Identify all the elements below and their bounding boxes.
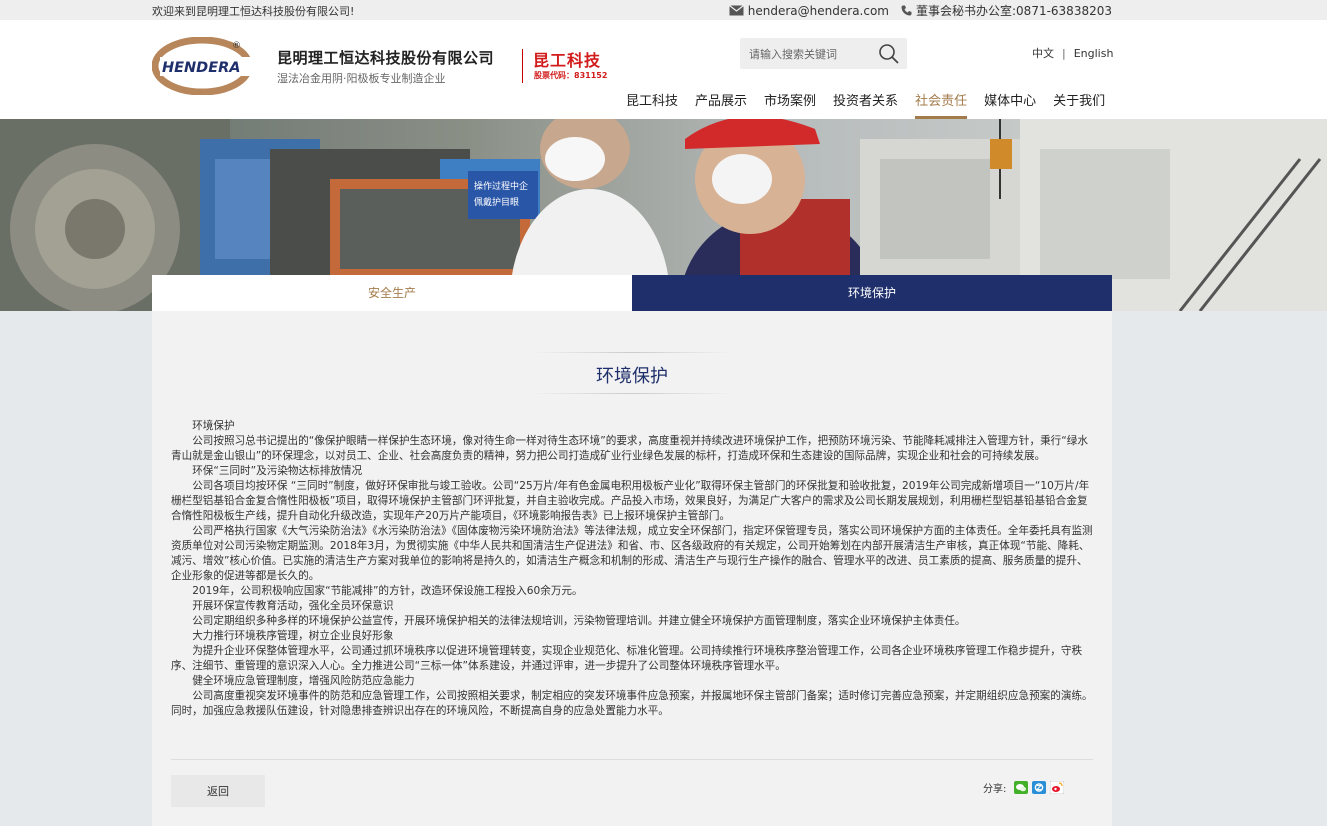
- phone-icon: [901, 5, 912, 16]
- phone-text: 董事会秘书办公室:0871-63838203: [916, 4, 1112, 18]
- search-input[interactable]: [749, 45, 869, 63]
- nav-item-about[interactable]: 关于我们: [1053, 90, 1105, 119]
- company-name: 昆明理工恒达科技股份有限公司: [277, 49, 495, 67]
- nav-item-kungong[interactable]: 昆工科技: [626, 90, 678, 119]
- article-paragraph: 公司严格执行国家《大气污染防治法》《水污染防治法》《固体废物污染环境防治法》等法…: [171, 525, 1093, 582]
- welcome-text: 欢迎来到昆明理工恒达科技股份有限公司!: [152, 5, 355, 18]
- tab-environmental-protection[interactable]: 环境保护: [632, 275, 1112, 311]
- article-paragraph: 健全环境应急管理制度，增强风险防范应急能力: [192, 675, 415, 687]
- share-bar: 分享:: [983, 780, 1065, 795]
- article-paragraph: 开展环保宣传教育活动，强化全员环保意识: [192, 600, 394, 612]
- nav-item-products[interactable]: 产品展示: [695, 90, 747, 119]
- share-icons: [1010, 781, 1065, 794]
- company-logo[interactable]: HENDERA ®: [151, 36, 270, 96]
- search-box: [740, 38, 907, 69]
- nav-item-social-responsibility[interactable]: 社会责任: [915, 90, 968, 119]
- brand-short-name: 昆工科技: [533, 51, 602, 70]
- title-divider-top: [532, 352, 732, 353]
- footer-divider: [171, 759, 1093, 760]
- lang-zh-link[interactable]: 中文: [1032, 45, 1054, 61]
- tab-safety-production[interactable]: 安全生产: [152, 275, 632, 311]
- banner-sign-line2: 佩戴护目眼: [474, 196, 519, 208]
- nav-item-investors[interactable]: 投资者关系: [833, 90, 898, 119]
- site-header: HENDERA ® 昆明理工恒达科技股份有限公司 湿法冶金用阴·阳极板专业制造企…: [0, 20, 1327, 119]
- article-paragraph: 为提升企业环保整体管理水平，公司通过抓环境秩序以促进环境管理转变，实现企业规范化…: [171, 645, 1083, 672]
- article-paragraph: 公司各项目均按环保 “三同时”制度，做好环保审批与竣工验收。公司“25万片/年有…: [171, 480, 1090, 522]
- top-bar: 欢迎来到昆明理工恒达科技股份有限公司! hendera@hendera.com …: [0, 0, 1327, 20]
- email-link[interactable]: hendera@hendera.com: [748, 4, 889, 18]
- banner-sign-line1: 操作过程中企: [474, 180, 528, 192]
- nav-item-media[interactable]: 媒体中心: [984, 90, 1036, 119]
- search-icon[interactable]: [878, 43, 900, 69]
- contact-info: hendera@hendera.com 董事会秘书办公室:0871-638382…: [728, 2, 1112, 19]
- brand-divider: [522, 49, 523, 83]
- language-switcher: 中文 | English: [1032, 45, 1113, 61]
- lang-separator: |: [1062, 46, 1066, 60]
- article-paragraph: 环保“三同时”及污染物达标排放情况: [192, 465, 363, 477]
- article-paragraph: 公司定期组织多种多样的环境保护公益宣传，开展环境保护相关的法律法规培训，污染物管…: [192, 615, 966, 627]
- phone-info: 董事会秘书办公室:0871-63838203: [901, 2, 1112, 19]
- article-body: 环境保护 公司按照习总书记提出的“像保护眼睛一样保护生态环境，像对待生命一样对待…: [171, 419, 1093, 719]
- article-paragraph: 大力推行环境秩序管理，树立企业良好形象: [192, 630, 394, 642]
- article-paragraph: 环境保护: [192, 420, 235, 432]
- title-divider-bottom: [532, 393, 732, 394]
- nav-item-cases[interactable]: 市场案例: [764, 90, 816, 119]
- article-paragraph: 2019年，公司积极响应国家“节能减排”的方针，改造环保设施工程投入60余万元。: [192, 585, 583, 597]
- back-button[interactable]: 返回: [171, 775, 265, 807]
- weibo-share-icon[interactable]: [1050, 781, 1065, 794]
- logo-text: HENDERA: [162, 60, 241, 76]
- wechat-share-icon[interactable]: [1014, 781, 1029, 794]
- main-nav: 昆工科技 产品展示 市场案例 投资者关系 社会责任 媒体中心 关于我们: [626, 90, 1122, 119]
- article-paragraph: 公司按照习总书记提出的“像保护眼睛一样保护生态环境，像对待生命一样对待生态环境”…: [171, 435, 1088, 462]
- registered-mark: ®: [232, 41, 241, 51]
- company-slogan: 湿法冶金用阴·阳极板专业制造企业: [277, 72, 446, 85]
- article-paragraph: 公司高度重视突发环境事件的防范和应急管理工作，公司按照相关要求，制定相应的突发环…: [171, 690, 1093, 717]
- mail-icon: [728, 5, 744, 16]
- lang-en-link[interactable]: English: [1074, 47, 1114, 60]
- article-panel: 环境保护 环境保护 公司按照习总书记提出的“像保护眼睛一样保护生态环境，像对待生…: [152, 311, 1112, 826]
- article-title: 环境保护: [596, 366, 668, 387]
- share-label: 分享:: [983, 784, 1007, 795]
- qzone-share-icon[interactable]: [1032, 781, 1047, 794]
- sub-tabs: 安全生产 环境保护: [152, 275, 1112, 311]
- stock-code: 股票代码：831152: [534, 71, 608, 80]
